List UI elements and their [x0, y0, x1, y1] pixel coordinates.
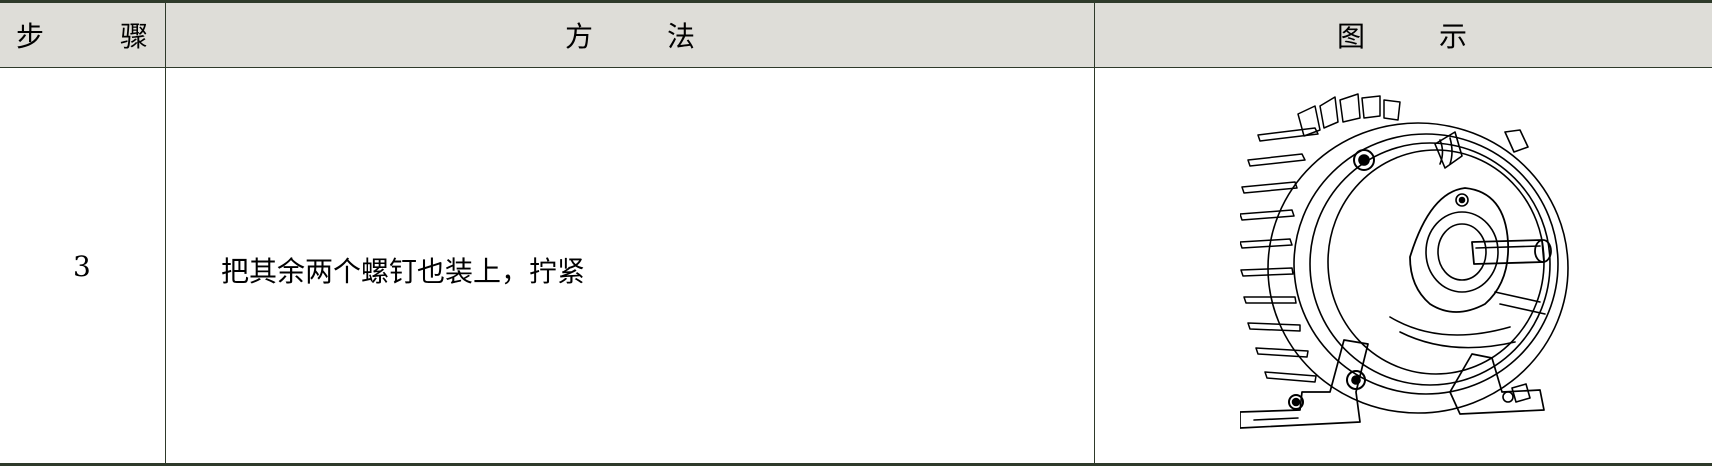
header-rule	[0, 67, 1712, 68]
header-step-char-2: 骤	[119, 20, 148, 53]
header-step: 步 骤	[16, 3, 148, 67]
motor-end-cover-icon	[1239, 92, 1580, 437]
header-method: 方 法	[565, 3, 695, 67]
header-figure: 图 示	[1337, 3, 1467, 67]
header-figure-char-1: 图	[1337, 20, 1366, 53]
bottom-rule	[0, 463, 1712, 466]
cooling-fins	[1239, 93, 1401, 383]
step-number: 3	[73, 250, 91, 283]
header-figure-char-2: 示	[1438, 20, 1467, 53]
column-divider-1	[165, 2, 166, 463]
column-divider-2	[1094, 2, 1095, 463]
header-method-char-1: 方	[565, 20, 594, 53]
method-text: 把其余两个螺钉也装上，拧紧	[221, 255, 586, 288]
header-method-char-2: 法	[666, 20, 695, 53]
header-step-char-1: 步	[16, 20, 45, 53]
instruction-table: 步 骤 方 法 图 示 3 把其余两个螺钉也装上，拧紧	[0, 0, 1712, 467]
